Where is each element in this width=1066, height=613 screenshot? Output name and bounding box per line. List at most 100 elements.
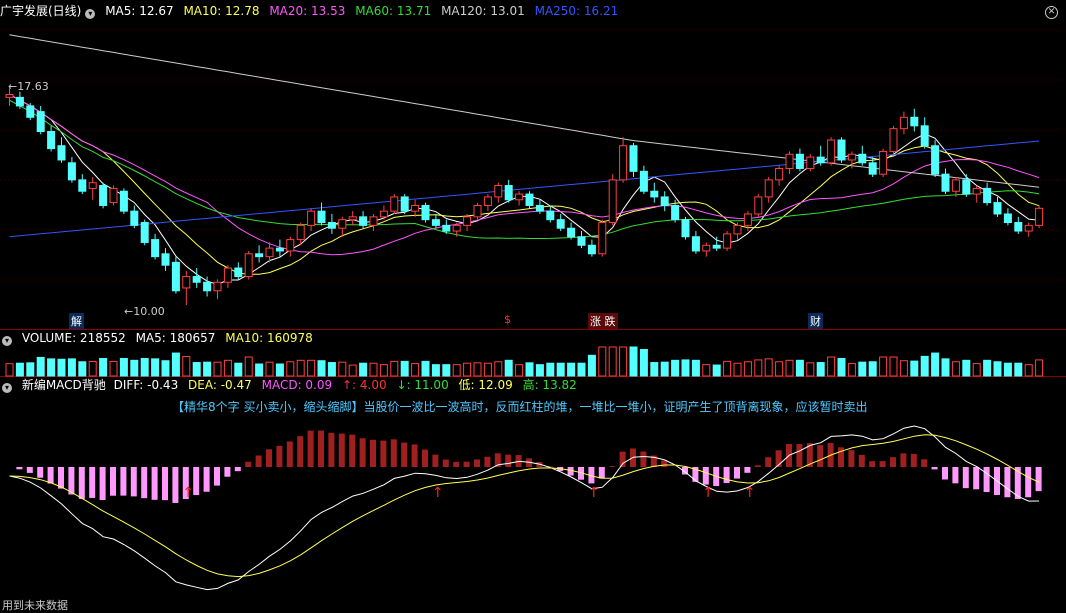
volume-bar bbox=[36, 356, 45, 377]
candle-body bbox=[795, 153, 804, 169]
candle-body bbox=[182, 276, 191, 289]
volume-bar bbox=[5, 363, 14, 377]
candle-body bbox=[151, 239, 160, 258]
macd-bar bbox=[234, 467, 241, 472]
candle-body bbox=[983, 187, 992, 204]
volume-bar bbox=[161, 360, 170, 377]
volume-bar bbox=[379, 364, 388, 377]
volume-bar bbox=[535, 364, 544, 377]
candle-body bbox=[910, 116, 919, 127]
volume-bar bbox=[67, 358, 76, 377]
candle-body bbox=[275, 247, 284, 252]
macd-bar bbox=[99, 467, 106, 500]
candle-body bbox=[286, 239, 295, 252]
volume-bar bbox=[993, 361, 1002, 377]
candle-body bbox=[203, 281, 212, 292]
candle-body bbox=[660, 196, 669, 206]
macd-bar bbox=[474, 459, 480, 467]
macd-bar bbox=[276, 445, 283, 467]
candle-body bbox=[556, 219, 565, 229]
macd-bar bbox=[879, 461, 886, 467]
volume-bar bbox=[338, 361, 347, 377]
candle-body bbox=[317, 210, 326, 224]
volume-bar bbox=[57, 358, 66, 377]
candle-body bbox=[1003, 213, 1012, 224]
macd-bar bbox=[68, 467, 75, 495]
candle-body bbox=[244, 253, 253, 278]
candle-body bbox=[879, 150, 888, 175]
candle-body bbox=[858, 153, 867, 164]
candle-body bbox=[463, 216, 472, 226]
macd-bar bbox=[848, 450, 855, 467]
macd-bar bbox=[1025, 467, 1032, 498]
macd-bar bbox=[1035, 467, 1042, 492]
macd-bar bbox=[380, 440, 387, 467]
volume-bar bbox=[671, 359, 680, 377]
volume-bar bbox=[473, 362, 482, 377]
volume-bar bbox=[619, 346, 628, 377]
candle-body bbox=[598, 222, 607, 255]
candle-body bbox=[171, 261, 180, 292]
candle-body bbox=[359, 216, 368, 226]
candle-body bbox=[629, 145, 638, 172]
macd-bar bbox=[765, 457, 772, 467]
volume-bar bbox=[223, 359, 232, 377]
volume-bar bbox=[546, 362, 555, 377]
macd-bar bbox=[598, 467, 605, 479]
candle-body bbox=[993, 202, 1002, 215]
macd-bar bbox=[422, 449, 428, 467]
volume-bar bbox=[587, 354, 596, 377]
macd-bar bbox=[442, 459, 449, 467]
macd-bar bbox=[266, 449, 272, 467]
volume-bar bbox=[816, 362, 825, 377]
candle-body bbox=[327, 222, 336, 229]
macd-bar bbox=[58, 467, 64, 489]
macd-bar bbox=[370, 439, 376, 467]
volume-bar bbox=[99, 357, 108, 377]
macd-bar bbox=[37, 467, 44, 478]
volume-bar bbox=[1014, 362, 1023, 377]
candle-body bbox=[931, 145, 940, 175]
candle-body bbox=[1014, 222, 1023, 232]
candle-body bbox=[847, 153, 856, 161]
ma10-line bbox=[9, 94, 1040, 275]
candle-body bbox=[535, 204, 544, 212]
candle-body bbox=[671, 204, 680, 221]
candle-body bbox=[307, 210, 316, 226]
macd-bar bbox=[318, 430, 324, 467]
macd-bar bbox=[224, 467, 231, 477]
volume-bar bbox=[348, 364, 357, 377]
macd-bar bbox=[214, 467, 220, 486]
macd-bar bbox=[453, 461, 460, 467]
candle-body bbox=[192, 276, 201, 283]
candle-body bbox=[920, 125, 929, 147]
macd-bar bbox=[817, 445, 824, 467]
candle-body bbox=[369, 216, 378, 226]
candle-body bbox=[400, 196, 409, 212]
volume-bar bbox=[421, 360, 430, 377]
candle-body bbox=[681, 219, 690, 238]
macd-bar bbox=[640, 451, 647, 467]
volume-bar bbox=[255, 363, 264, 377]
macd-bar bbox=[702, 467, 709, 485]
volume-bar bbox=[203, 361, 212, 377]
volume-bar bbox=[275, 363, 284, 377]
candle-body bbox=[213, 281, 222, 292]
macd-bar bbox=[349, 434, 356, 467]
macd-bar bbox=[484, 456, 491, 467]
volume-bar bbox=[858, 361, 867, 377]
candle-body bbox=[816, 156, 825, 164]
volume-bar bbox=[764, 358, 773, 377]
volume-bar bbox=[868, 361, 877, 377]
volume-bar bbox=[494, 361, 503, 377]
candle-body bbox=[47, 131, 56, 150]
volume-bar bbox=[608, 346, 617, 377]
volume-bar bbox=[119, 357, 128, 377]
candle-body bbox=[775, 167, 784, 181]
candle-body bbox=[1035, 207, 1044, 226]
macd-bar bbox=[921, 459, 928, 467]
macd-bar bbox=[401, 442, 408, 467]
macd-bar bbox=[900, 453, 907, 467]
candle-body bbox=[962, 179, 971, 195]
volume-bar bbox=[754, 359, 763, 377]
